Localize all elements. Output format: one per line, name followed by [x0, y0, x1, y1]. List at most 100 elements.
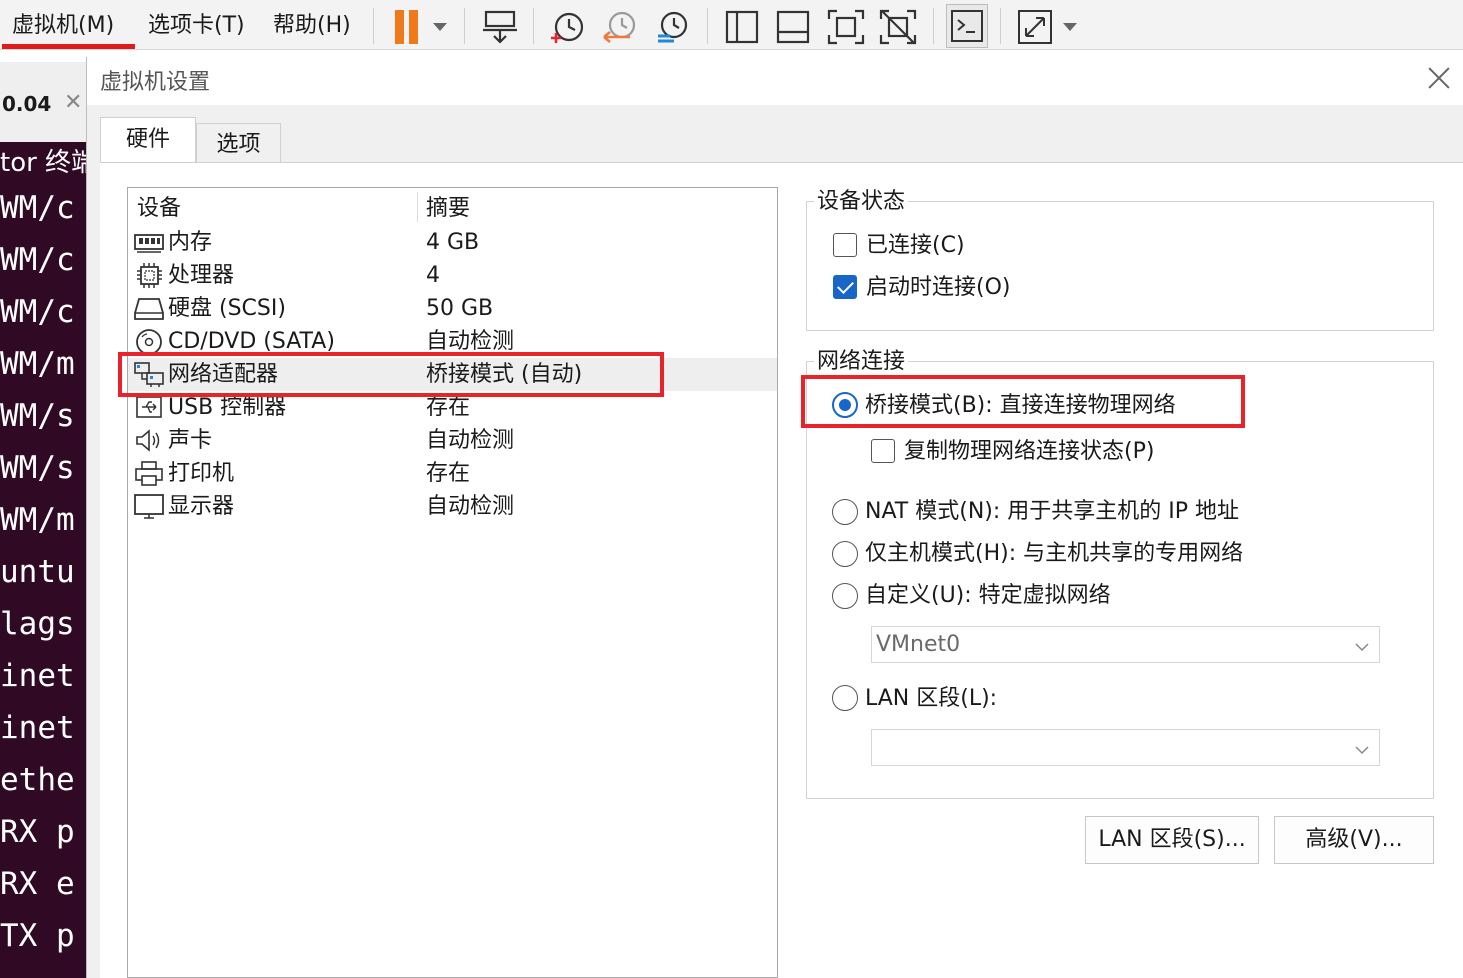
- nat-radio[interactable]: [832, 499, 858, 525]
- close-icon[interactable]: ✕: [64, 90, 82, 115]
- chevron-down-icon: [1063, 23, 1077, 31]
- terminal-icon: [951, 10, 983, 42]
- snapshot-icon[interactable]: [547, 8, 587, 46]
- network-connection-label: 网络连接: [814, 348, 909, 376]
- device-row-harddisk[interactable]: 硬盘 (SCSI) 50 GB: [128, 292, 777, 325]
- cpu-icon: [133, 262, 165, 289]
- revert-snapshot-icon[interactable]: [600, 8, 640, 46]
- device-name: CD/DVD (SATA): [168, 329, 335, 354]
- dialog-title: 虚拟机设置: [100, 70, 211, 95]
- host-only-label: 仅主机模式(H): 与主机共享的专用网络: [865, 541, 1244, 566]
- sound-icon: [133, 427, 165, 454]
- host-only-radio[interactable]: [832, 541, 858, 567]
- terminal-background: tor 终端 WM/c WM/c WM/c WM/m WM/s WM/s WM/…: [0, 142, 86, 978]
- device-row-display[interactable]: 显示器 自动检测: [128, 490, 777, 523]
- nat-label: NAT 模式(N): 用于共享主机的 IP 地址: [865, 499, 1240, 524]
- thumbnail-bar-icon[interactable]: [773, 8, 813, 46]
- terminal-line: WM/c: [0, 190, 75, 226]
- terminal-line: inet: [0, 710, 75, 746]
- custom-network-value: VMnet0: [876, 632, 961, 657]
- device-row-printer[interactable]: 打印机 存在: [128, 457, 777, 490]
- summary-column-header[interactable]: 摘要: [426, 194, 470, 224]
- device-summary: 存在: [426, 395, 471, 420]
- advanced-button[interactable]: 高级(V)...: [1274, 816, 1434, 864]
- bridged-radio[interactable]: [832, 392, 858, 418]
- terminal-line: RX p: [0, 814, 75, 850]
- device-name: 声卡: [168, 428, 213, 453]
- terminal-line: WM/c: [0, 294, 75, 330]
- device-summary: 4 GB: [426, 230, 480, 255]
- device-row-cd-dvd[interactable]: CD/DVD (SATA) 自动检测: [128, 325, 777, 358]
- terminal-line: lags: [0, 606, 75, 642]
- menu-tabs[interactable]: 选项卡(T): [148, 10, 245, 42]
- column-divider: [417, 192, 418, 222]
- device-column-header[interactable]: 设备: [137, 194, 181, 224]
- menu-help[interactable]: 帮助(H): [273, 10, 351, 42]
- send-ctrl-alt-del-icon[interactable]: [481, 8, 521, 46]
- custom-radio[interactable]: [832, 583, 858, 609]
- terminal-line: WM/m: [0, 346, 75, 382]
- device-summary: 存在: [426, 461, 471, 486]
- unity-mode-icon[interactable]: [878, 8, 918, 46]
- harddisk-icon: [133, 295, 165, 322]
- terminal-line: WM/m: [0, 502, 75, 538]
- close-icon[interactable]: [1424, 63, 1454, 93]
- terminal-line: WM/s: [0, 450, 75, 486]
- device-summary: 自动检测: [426, 494, 515, 519]
- device-name: 显示器: [168, 494, 235, 519]
- expand-icon: [1018, 10, 1052, 44]
- terminal-line: inet: [0, 658, 75, 694]
- device-name: 处理器: [168, 263, 235, 288]
- device-status-label: 设备状态: [814, 188, 909, 216]
- bridged-label: 桥接模式(B): 直接连接物理网络: [865, 393, 1176, 418]
- lan-segments-button[interactable]: LAN 区段(S)...: [1085, 816, 1259, 864]
- device-name: 打印机: [168, 461, 235, 486]
- sidebar-view-icon[interactable]: [722, 8, 762, 46]
- connected-label: 已连接(C): [866, 233, 965, 258]
- replicate-state-checkbox[interactable]: [871, 439, 895, 463]
- menubar: 虚拟机(M) 选项卡(T) 帮助(H): [0, 0, 1463, 50]
- terminal-tab-title[interactable]: 0.04: [2, 92, 51, 116]
- terminal-header: tor 终端: [0, 148, 86, 178]
- device-status-group: [806, 201, 1434, 331]
- device-name: 内存: [168, 230, 213, 255]
- device-summary: 4: [426, 263, 440, 288]
- lan-segment-radio[interactable]: [832, 685, 858, 711]
- lan-segment-label: LAN 区段(L):: [865, 686, 998, 711]
- full-screen-icon[interactable]: [826, 8, 866, 46]
- vm-settings-dialog: 虚拟机设置 硬件 选项 设备 摘要 内存 4 GB 处理器 4 硬盘 (SCSI…: [86, 57, 1463, 978]
- terminal-line: TX p: [0, 918, 75, 954]
- pause-icon: [395, 10, 404, 44]
- device-row-usb[interactable]: USB 控制器 存在: [128, 391, 777, 424]
- chevron-down-icon: [433, 23, 447, 31]
- custom-network-select[interactable]: VMnet0: [871, 626, 1380, 663]
- device-summary: 桥接模式 (自动): [426, 362, 583, 387]
- device-row-network-adapter[interactable]: 网络适配器 桥接模式 (自动): [128, 358, 777, 391]
- connected-checkbox[interactable]: [833, 233, 857, 257]
- device-summary: 自动检测: [426, 428, 515, 453]
- cd-dvd-icon: [133, 328, 165, 355]
- device-row-sound[interactable]: 声卡 自动检测: [128, 424, 777, 457]
- terminal-line: WM/s: [0, 398, 75, 434]
- console-view-button[interactable]: [946, 4, 988, 48]
- replicate-state-label: 复制物理网络连接状态(P): [904, 439, 1155, 464]
- usb-icon: [133, 394, 165, 421]
- stretch-guest-button[interactable]: [1016, 8, 1080, 46]
- tab-hardware[interactable]: 硬件: [100, 117, 196, 164]
- chevron-down-icon: [1355, 740, 1369, 755]
- connect-on-power-checkbox[interactable]: [833, 275, 857, 299]
- snapshot-manager-icon[interactable]: [652, 8, 692, 46]
- memory-icon: [133, 229, 165, 256]
- device-row-memory[interactable]: 内存 4 GB: [128, 226, 777, 259]
- device-name: USB 控制器: [168, 395, 287, 420]
- menu-vm[interactable]: 虚拟机(M): [12, 10, 114, 42]
- chevron-down-icon: [1355, 637, 1369, 652]
- dialog-titlebar: 虚拟机设置: [87, 57, 1463, 105]
- lan-segment-select[interactable]: [871, 729, 1380, 766]
- terminal-line: untu: [0, 554, 75, 590]
- device-name: 硬盘 (SCSI): [168, 296, 286, 321]
- pause-button[interactable]: [392, 8, 452, 46]
- toolbar-separator: [373, 8, 374, 44]
- tab-options[interactable]: 选项: [196, 123, 281, 163]
- device-row-processor[interactable]: 处理器 4: [128, 259, 777, 292]
